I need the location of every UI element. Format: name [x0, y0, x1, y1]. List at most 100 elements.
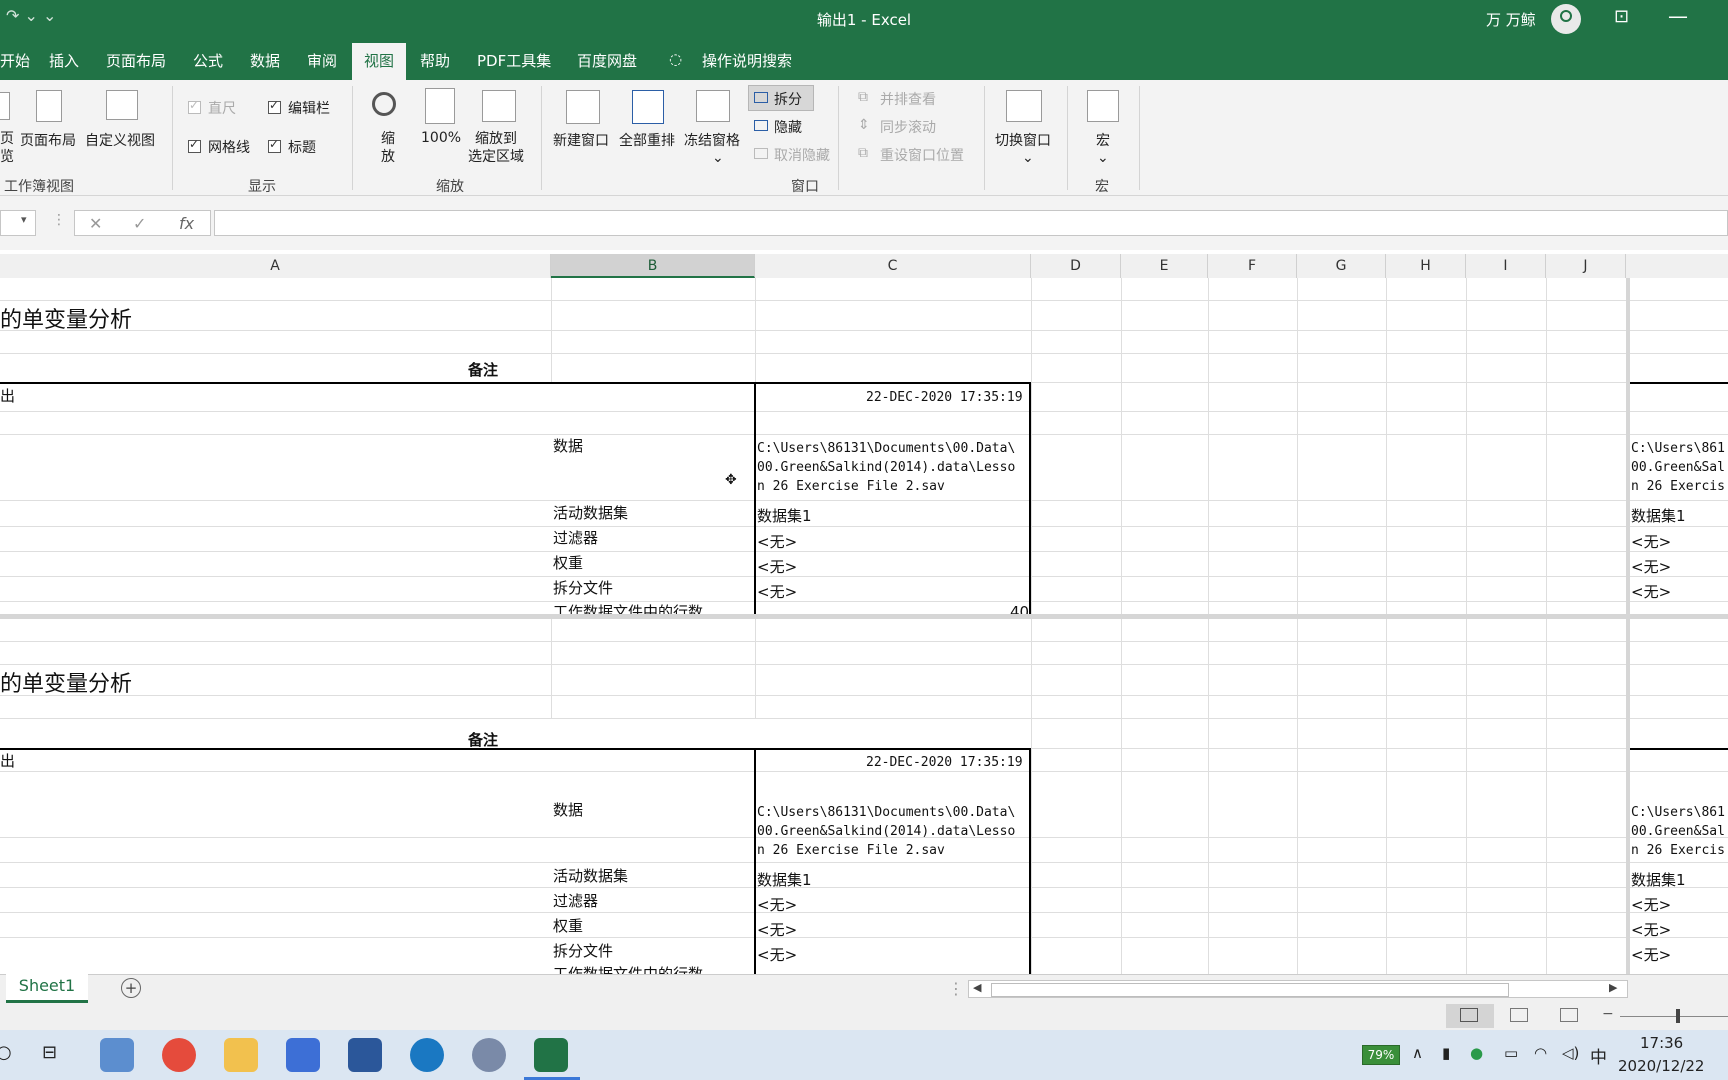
chevron-down-icon[interactable]: ⌄	[712, 150, 724, 166]
page-layout-view-button[interactable]: 页面布局	[20, 130, 76, 150]
headings-checkbox[interactable]	[268, 137, 281, 153]
page-break-view-icon[interactable]	[1560, 1008, 1578, 1022]
name-box[interactable]: ▾	[0, 210, 36, 236]
tab-data[interactable]: 数据	[250, 50, 280, 71]
switch-windows-button[interactable]: 切换窗口	[995, 130, 1051, 150]
arrange-all-button[interactable]: 全部重排	[619, 130, 675, 150]
horizontal-scrollbar[interactable]: ◀ ▶	[968, 980, 1628, 998]
page-layout-view-icon[interactable]	[36, 90, 62, 122]
ruler-checkbox[interactable]	[188, 98, 201, 114]
file-explorer-icon[interactable]	[224, 1038, 258, 1072]
formula-bar-checkbox[interactable]	[268, 98, 281, 114]
tab-page-layout[interactable]: 页面布局	[106, 50, 166, 71]
macros-icon[interactable]	[1087, 90, 1119, 122]
excel-icon[interactable]	[534, 1038, 568, 1072]
formula-input[interactable]	[214, 210, 1728, 236]
arrange-all-icon[interactable]	[632, 90, 664, 124]
scrollbar-thumb[interactable]	[991, 983, 1509, 997]
zoom-button[interactable]: 缩 放	[381, 130, 395, 166]
tab-home[interactable]: 开始	[0, 50, 30, 71]
grid-pane-top[interactable]: 的单变量分析 备注 出 22-DEC-2020 17:35:19 数据 C:\U…	[0, 278, 1728, 614]
custom-view-icon[interactable]	[106, 90, 138, 120]
side-by-side-button[interactable]: 并排查看	[880, 89, 936, 109]
word-icon[interactable]	[348, 1038, 382, 1072]
ime-indicator[interactable]: 中	[1590, 1043, 1607, 1068]
wifi-icon[interactable]: ◠	[1534, 1044, 1547, 1062]
zoom-to-selection-button[interactable]: 缩放到 选定区域	[468, 130, 524, 166]
chevron-down-icon[interactable]: ⌄	[1022, 150, 1034, 166]
new-window-button[interactable]: 新建窗口	[553, 130, 609, 150]
tab-review[interactable]: 审阅	[307, 50, 337, 71]
column-header-f[interactable]: F	[1208, 254, 1297, 278]
page-layout-view-icon[interactable]	[1510, 1008, 1528, 1022]
insert-function-icon[interactable]: fx	[179, 214, 194, 233]
tab-baidu-netdisk[interactable]: 百度网盘	[577, 50, 637, 71]
tab-formulas[interactable]: 公式	[193, 50, 223, 71]
volume-icon[interactable]: ◁)	[1562, 1044, 1579, 1062]
tell-me-search[interactable]: 操作说明搜索	[702, 50, 792, 71]
column-header-d[interactable]: D	[1031, 254, 1121, 278]
user-name[interactable]: 万 万鲸	[1486, 9, 1536, 30]
macros-button[interactable]: 宏	[1096, 130, 1110, 150]
column-header-h[interactable]: H	[1386, 254, 1466, 278]
tab-insert[interactable]: 插入	[49, 50, 79, 71]
column-header-j[interactable]: J	[1546, 254, 1626, 278]
cancel-icon[interactable]: ✕	[89, 214, 102, 233]
zoom-out-icon[interactable]: −	[1602, 1006, 1614, 1022]
page-break-preview-icon[interactable]	[0, 92, 10, 120]
zoom-slider-thumb[interactable]	[1676, 1009, 1680, 1023]
sheet-tab-sheet1[interactable]: Sheet1	[6, 974, 88, 1003]
tab-split-grip-icon[interactable]: ⋮	[948, 979, 964, 998]
avatar[interactable]	[1551, 4, 1581, 34]
sync-scroll-button[interactable]: 同步滚动	[880, 117, 936, 137]
add-sheet-icon[interactable]: +	[121, 978, 141, 998]
zoom-slider[interactable]	[1620, 1016, 1728, 1017]
zoom-100-icon[interactable]	[425, 88, 455, 124]
zoom-to-selection-icon[interactable]	[482, 90, 516, 122]
chevron-down-icon[interactable]: ⌄	[1097, 150, 1109, 166]
chrome-icon[interactable]	[162, 1038, 196, 1072]
row-value-row-count: 40	[1010, 603, 1030, 614]
column-header-i[interactable]: I	[1466, 254, 1546, 278]
page-break-preview-label[interactable]: 页 览	[0, 130, 14, 166]
microphone-icon[interactable]: ▮	[1442, 1044, 1450, 1062]
spss-icon[interactable]	[472, 1038, 506, 1072]
hide-button[interactable]: 隐藏	[774, 117, 802, 137]
control-panel-icon[interactable]	[100, 1038, 134, 1072]
scroll-left-icon[interactable]: ◀	[973, 981, 981, 994]
zoom-icon[interactable]	[372, 92, 396, 116]
battery-badge[interactable]: 79%	[1362, 1045, 1400, 1065]
tab-help[interactable]: 帮助	[420, 50, 450, 71]
scroll-right-icon[interactable]: ▶	[1609, 981, 1617, 994]
enter-icon[interactable]: ✓	[133, 214, 146, 233]
column-header-b[interactable]: B	[551, 254, 755, 278]
reset-position-button[interactable]: 重设窗口位置	[880, 145, 964, 165]
column-header-a[interactable]: A	[0, 254, 551, 278]
search-icon[interactable]: ○	[0, 1042, 12, 1063]
edge-icon[interactable]	[410, 1038, 444, 1072]
column-header-e[interactable]: E	[1121, 254, 1208, 278]
freeze-panes-button[interactable]: 冻结窗格	[684, 130, 740, 150]
zoom-100-button[interactable]: 100%	[421, 130, 461, 146]
battery-icon[interactable]: ▭	[1504, 1044, 1518, 1062]
ribbon-display-options-icon[interactable]: ⊡	[1614, 6, 1629, 27]
switch-windows-icon[interactable]	[1006, 90, 1042, 122]
wechat-icon[interactable]: ●	[1470, 1044, 1483, 1062]
vertical-split-bar[interactable]	[1626, 278, 1630, 974]
column-header-g[interactable]: G	[1297, 254, 1386, 278]
tab-view[interactable]: 视图	[352, 43, 407, 80]
task-view-icon[interactable]: ⊟	[42, 1042, 57, 1063]
clock-date[interactable]: 2020/12/22	[1618, 1057, 1704, 1075]
gridlines-checkbox[interactable]	[188, 137, 201, 153]
tray-overflow-icon[interactable]: ∧	[1412, 1044, 1423, 1062]
grid-pane-bottom[interactable]: 的单变量分析 备注 出 22-DEC-2020 17:35:19 数据 C:\U…	[0, 619, 1728, 974]
tab-pdf-tools[interactable]: PDF工具集	[477, 50, 551, 71]
new-window-icon[interactable]	[566, 90, 600, 124]
column-header-c[interactable]: C	[755, 254, 1031, 278]
freeze-panes-icon[interactable]	[696, 90, 730, 122]
feishu-icon[interactable]	[286, 1038, 320, 1072]
minimize-button[interactable]: —	[1668, 4, 1688, 28]
custom-view-button[interactable]: 自定义视图	[85, 130, 155, 150]
clock-time[interactable]: 17:36	[1640, 1034, 1683, 1052]
unhide-button[interactable]: 取消隐藏	[774, 145, 830, 165]
